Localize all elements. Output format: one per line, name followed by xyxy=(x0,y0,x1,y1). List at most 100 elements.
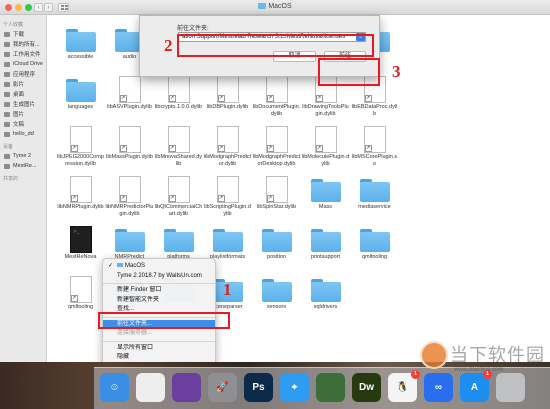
alias-arrow-icon: ↗ xyxy=(315,94,323,102)
menu-item[interactable]: MacOS xyxy=(103,262,215,272)
alias-arrow-icon: ↗ xyxy=(266,144,274,152)
file-item[interactable]: ↗ libMnovaShared.dylib xyxy=(154,125,203,175)
file-item[interactable]: qmltooling xyxy=(350,225,399,275)
folder-icon xyxy=(258,3,267,9)
sidebar-item[interactable]: iCloud Drive xyxy=(0,59,46,69)
rocket-icon[interactable]: 🚀 xyxy=(208,373,237,402)
photoshop-icon[interactable]: Ps xyxy=(244,373,273,402)
menu-item[interactable]: 连接服务器... xyxy=(103,329,215,339)
sidebar-item-label: 工作用文件 xyxy=(13,52,41,58)
file-item[interactable]: ↗ libSpinStar.dylib xyxy=(252,175,301,225)
file-name: libNMRPlugin.dylib xyxy=(57,204,104,210)
sidebar-item-label: 影片 xyxy=(13,82,25,88)
folder-icon xyxy=(4,51,10,57)
file-item[interactable]: position xyxy=(252,225,301,275)
sidebar-item[interactable]: 应用程序 xyxy=(0,69,46,79)
applications-icon xyxy=(4,71,10,77)
file-item[interactable]: ↗ libModgraphPredictorDesktop.dylib xyxy=(252,125,301,175)
dock-icon-glyph: Dw xyxy=(359,382,374,393)
all-files-icon xyxy=(4,41,10,47)
dock-icon-glyph: 🚀 xyxy=(216,382,229,393)
file-name: accessible xyxy=(67,54,94,60)
file-name: libMoleculePlugin.dylib xyxy=(301,154,350,167)
file-item[interactable]: ↗ libMoleculePlugin.dylib xyxy=(301,125,350,175)
file-name: Mass xyxy=(318,204,333,210)
menu-item-label: MacOS xyxy=(125,263,146,269)
sidebar-item-label: 桌面 xyxy=(13,92,25,98)
dock-icon-glyph: ⌖ xyxy=(291,382,298,393)
menu-item[interactable]: 新建 Finder 窗口 xyxy=(103,286,215,296)
notes-icon[interactable] xyxy=(136,373,165,402)
folder-icon xyxy=(310,275,342,303)
file-name: libQtCommercialChart.dylib xyxy=(154,204,203,217)
file-name: languages xyxy=(67,104,94,110)
folder-icon xyxy=(114,225,146,253)
file-item[interactable]: ↗ libMassPlugin.dylib xyxy=(105,125,154,175)
dock-icon-glyph: ☺ xyxy=(109,382,120,393)
file-item[interactable]: ↗ libDBPlugin.dylib xyxy=(203,75,252,125)
sidebar-item[interactable]: 影片 xyxy=(0,79,46,89)
alias-file-icon: ↗ xyxy=(114,125,146,153)
menu-item[interactable]: Tyme 2 2018.7 by WaitsUn.com xyxy=(103,272,215,282)
sidebar-item[interactable]: 桌面 xyxy=(0,89,46,99)
sidebar-item-label: hello_dd xyxy=(13,131,34,137)
photo-icon[interactable] xyxy=(172,373,201,402)
file-item[interactable]: ↗ libScriptingPlugin.dylib xyxy=(203,175,252,225)
finder-icon[interactable]: ☺ xyxy=(100,373,129,402)
file-name: libASVPlugin.dylib xyxy=(107,104,152,110)
sidebar-item-label: 生成图片 xyxy=(13,102,36,108)
menu-item[interactable]: 新建智能文件夹 xyxy=(103,296,215,306)
sidebar-item[interactable]: 我的所有... xyxy=(0,39,46,49)
sidebar-item[interactable]: MestRe... xyxy=(0,161,46,171)
file-item[interactable]: ↗ libNMRPlugin.dylib xyxy=(56,175,105,225)
file-item[interactable]: Mass xyxy=(301,175,350,225)
sidebar-item[interactable]: 图片 xyxy=(0,109,46,119)
file-name: libDBPlugin.dylib xyxy=(206,104,249,110)
file-name: sqldrivers xyxy=(313,304,338,310)
file-item[interactable]: ↗ libQtCommercialChart.dylib xyxy=(154,175,203,225)
sidebar-item[interactable]: 下载 xyxy=(0,29,46,39)
file-item[interactable]: ↗ libNMRPredictorPlugin.dylib xyxy=(105,175,154,225)
file-item[interactable]: ↗ libJPEG2000Compression.dylib xyxy=(56,125,105,175)
executable-icon xyxy=(65,225,97,253)
file-name: printsupport xyxy=(310,254,341,260)
step-number-2: 2 xyxy=(164,36,173,55)
file-item[interactable]: ↗ libcrypto.1.0.0.dylib xyxy=(154,75,203,125)
file-item[interactable]: ↗ libASVPlugin.dylib xyxy=(105,75,154,125)
sidebar-item[interactable]: 工作用文件 xyxy=(0,49,46,59)
menu-item-label: Tyme 2 2018.7 by WaitsUn.com xyxy=(117,272,202,279)
highlight-path-input xyxy=(177,34,374,57)
sidebar-item[interactable]: hello_dd xyxy=(0,129,46,139)
watermark-logo-icon xyxy=(420,341,448,369)
menu-item[interactable]: 显示所有窗口 xyxy=(103,344,215,354)
desktop-icon xyxy=(4,91,10,97)
file-name: libMassPlugin.dylib xyxy=(106,154,153,160)
file-item[interactable]: MestReNova xyxy=(56,225,105,275)
file-name: qmltooling xyxy=(361,254,388,260)
dock-icon-glyph: A xyxy=(470,382,479,393)
file-item[interactable]: printsupport xyxy=(301,225,350,275)
alias-file-icon: ↗ xyxy=(65,275,97,303)
file-item[interactable]: languages xyxy=(56,75,105,125)
file-item[interactable]: sqldrivers xyxy=(301,275,350,325)
sidebar-item[interactable]: 文稿 xyxy=(0,119,46,129)
dreamweaver-icon[interactable]: Dw xyxy=(352,373,381,402)
finder-sidebar: 个人收藏 下载 我的所有... 工作用文件 iCloud Drive 应用程序 影片 桌面 生成… xyxy=(0,15,47,362)
folder-icon xyxy=(65,25,97,53)
alias-arrow-icon: ↗ xyxy=(168,194,176,202)
alias-file-icon: ↗ xyxy=(359,125,391,153)
file-item[interactable]: accessible xyxy=(56,25,105,75)
mosaic-icon[interactable] xyxy=(316,373,345,402)
sidebar-item[interactable]: 生成图片 xyxy=(0,99,46,109)
file-item[interactable]: ↗ libMSCorePlugin.so xyxy=(350,125,399,175)
file-item[interactable]: mediaservice xyxy=(350,175,399,225)
qq-icon[interactable]: 🐧 1 xyxy=(388,370,420,402)
file-item[interactable]: ↗ libModgraphPredictor.dylib xyxy=(203,125,252,175)
home-icon xyxy=(4,131,10,137)
file-item[interactable]: sensors xyxy=(252,275,301,325)
file-item[interactable]: ↗ libDocumentPlugin.dylib xyxy=(252,75,301,125)
safari-icon[interactable]: ⌖ xyxy=(280,373,309,402)
alias-arrow-icon: ↗ xyxy=(217,94,225,102)
watermark-url: www.downxia.com xyxy=(454,367,504,373)
sidebar-item[interactable]: Tyme 2 xyxy=(0,151,46,161)
